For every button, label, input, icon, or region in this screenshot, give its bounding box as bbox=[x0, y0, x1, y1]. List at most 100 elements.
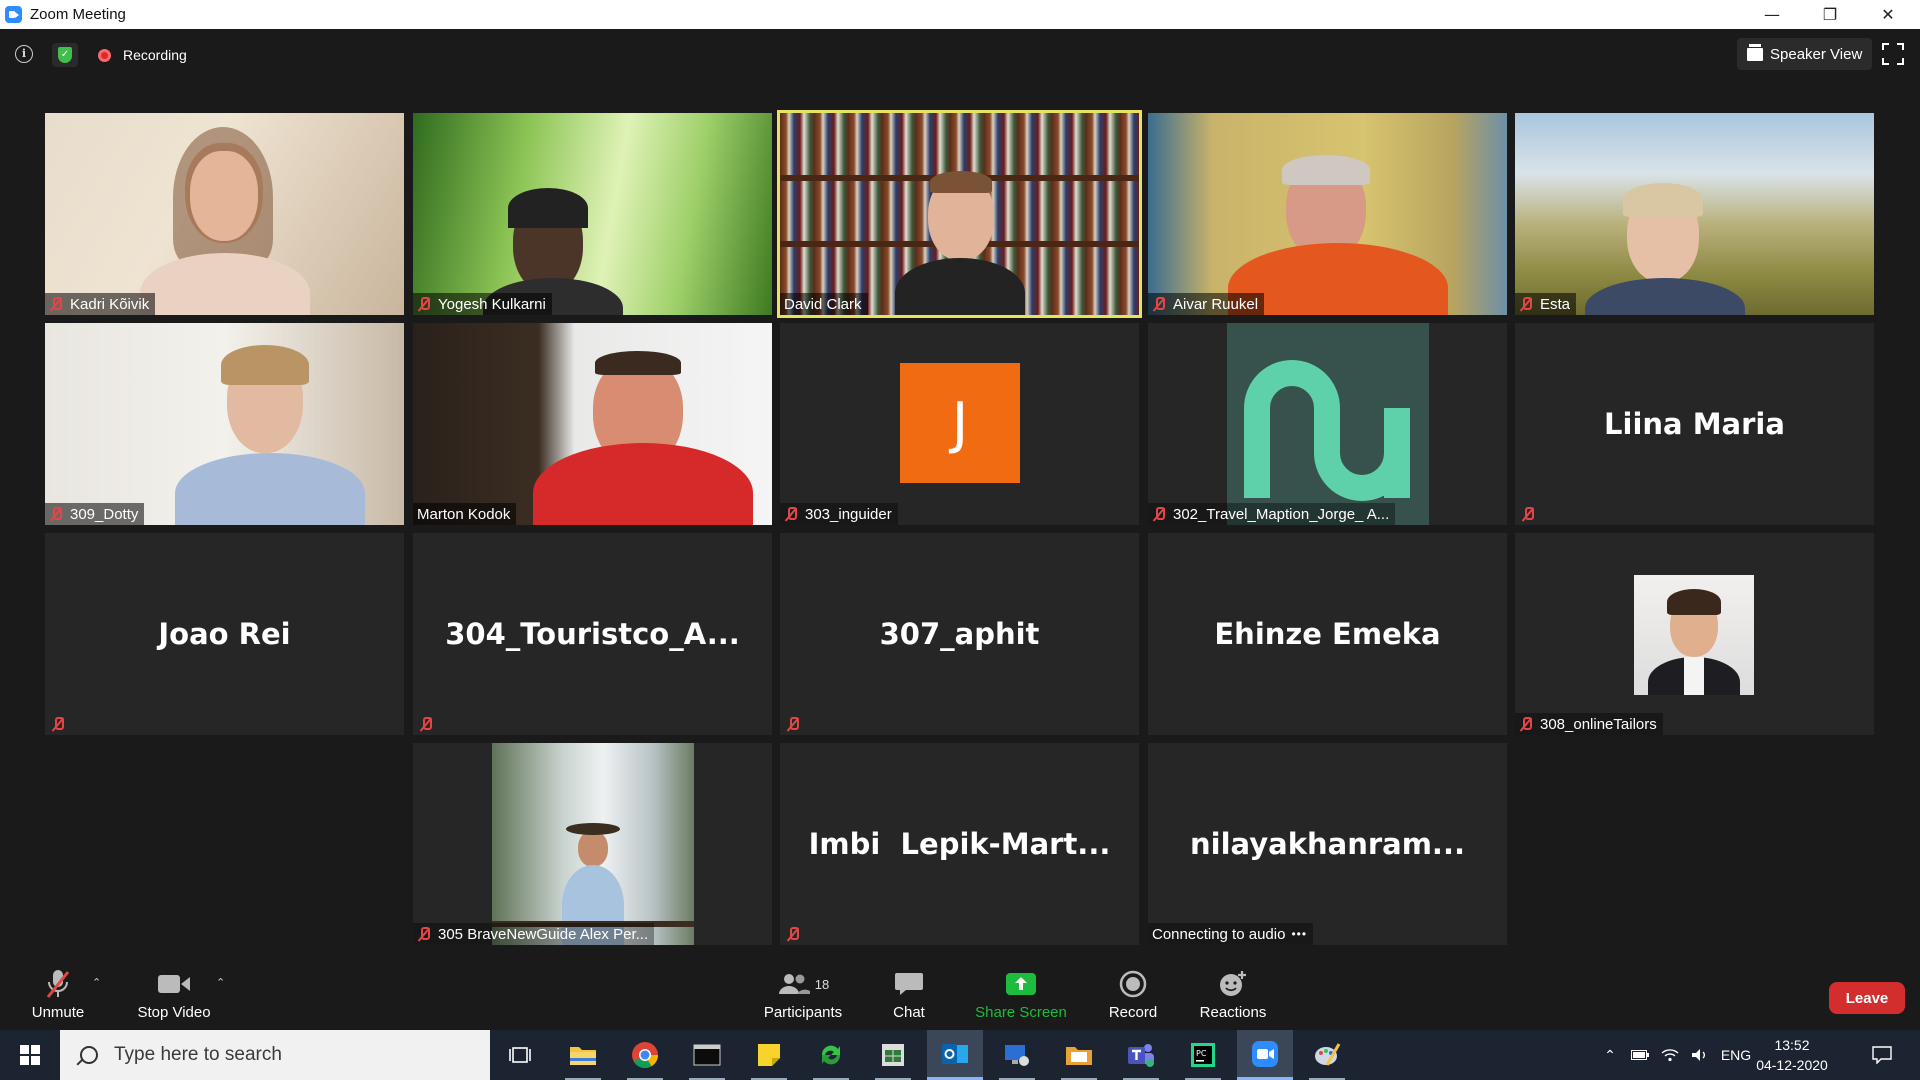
video-tile[interactable]: Liina Maria bbox=[1515, 323, 1874, 525]
leave-meeting-button[interactable]: Leave bbox=[1829, 982, 1905, 1014]
video-tile[interactable]: 305 BraveNewGuide Alex Per... bbox=[413, 743, 772, 945]
video-tile[interactable]: Yogesh Kulkarni bbox=[413, 113, 772, 315]
remote-desktop-icon[interactable] bbox=[989, 1030, 1045, 1080]
video-tile[interactable]: Ehinze Emeka bbox=[1148, 533, 1507, 735]
record-button[interactable]: Record bbox=[1106, 968, 1160, 1021]
start-button[interactable] bbox=[0, 1030, 60, 1080]
volume-icon[interactable] bbox=[1686, 1030, 1714, 1080]
reactions-button[interactable]: Reactions bbox=[1198, 968, 1268, 1021]
restore-button[interactable]: ❐ bbox=[1801, 0, 1859, 29]
muted-microphone-icon bbox=[43, 968, 73, 1000]
teams-icon[interactable] bbox=[1113, 1030, 1169, 1080]
wifi-icon[interactable] bbox=[1656, 1030, 1684, 1080]
video-tile[interactable]: 307_aphit bbox=[780, 533, 1139, 735]
zoom-taskbar-icon[interactable] bbox=[1237, 1030, 1293, 1080]
muted-mic-icon bbox=[1152, 507, 1165, 521]
file-explorer-icon[interactable] bbox=[555, 1030, 611, 1080]
participant-name-tag: 303_inguider bbox=[780, 503, 898, 525]
meeting-toolbar: Unmute ⌃ Stop Video ⌃ 18 Participants Ch… bbox=[0, 960, 1920, 1030]
window-title-bar: Zoom Meeting — ❐ ✕ bbox=[0, 0, 1920, 29]
participant-name-tag: Esta bbox=[1515, 293, 1577, 315]
muted-mic-icon bbox=[51, 717, 64, 731]
video-feed bbox=[1515, 113, 1874, 315]
folder-files-icon[interactable] bbox=[1051, 1030, 1107, 1080]
sticky-notes-icon[interactable] bbox=[741, 1030, 797, 1080]
zoom-app-icon bbox=[5, 6, 22, 23]
taskbar-search-box[interactable] bbox=[60, 1030, 490, 1080]
task-view-icon[interactable] bbox=[492, 1030, 548, 1080]
outlook-icon[interactable] bbox=[927, 1030, 983, 1080]
meeting-top-bar: i ✓ Recording bbox=[0, 29, 1920, 77]
chrome-icon[interactable] bbox=[617, 1030, 673, 1080]
participant-display-name: Ehinze Emeka bbox=[1214, 617, 1441, 651]
fullscreen-icon[interactable] bbox=[1882, 43, 1904, 65]
clock-date: 04-12-2020 bbox=[1756, 1057, 1828, 1073]
muted-mic-icon bbox=[417, 927, 430, 941]
minimize-button[interactable]: — bbox=[1743, 0, 1801, 29]
video-tile[interactable]: Marton Kodok bbox=[413, 323, 772, 525]
info-icon[interactable]: i bbox=[15, 45, 33, 63]
participant-avatar-logo bbox=[1227, 323, 1429, 525]
speaker-view-button[interactable]: Speaker View bbox=[1737, 38, 1873, 70]
participant-display-name: 304_Touristco_A... bbox=[445, 617, 740, 651]
encryption-shield-icon[interactable]: ✓ bbox=[52, 43, 78, 67]
participant-name-tag: Aivar Ruukel bbox=[1148, 293, 1265, 315]
participant-avatar-photo bbox=[492, 743, 694, 945]
video-feed bbox=[413, 323, 772, 525]
muted-mic-icon bbox=[786, 927, 799, 941]
share-screen-button[interactable]: Share Screen bbox=[970, 968, 1072, 1021]
video-tile[interactable]: 302_Travel_Maption_Jorge_ A... bbox=[1148, 323, 1507, 525]
muted-mic-icon bbox=[1519, 297, 1532, 311]
share-screen-icon bbox=[1005, 968, 1037, 1000]
sync-app-icon[interactable] bbox=[803, 1030, 859, 1080]
video-options-chevron-up-icon[interactable]: ⌃ bbox=[216, 976, 228, 989]
terminal-icon[interactable] bbox=[679, 1030, 735, 1080]
video-feed bbox=[413, 113, 772, 315]
video-tile[interactable]: 309_Dotty bbox=[45, 323, 404, 525]
participant-avatar: J bbox=[900, 363, 1020, 483]
video-feed bbox=[45, 113, 404, 315]
participant-avatar-photo bbox=[1634, 575, 1754, 695]
muted-mic-icon bbox=[49, 507, 62, 521]
chat-button[interactable]: Chat bbox=[884, 968, 934, 1021]
participant-name-tag: Marton Kodok bbox=[413, 503, 517, 525]
video-tile[interactable]: Aivar Ruukel bbox=[1148, 113, 1507, 315]
muted-mic-icon bbox=[419, 717, 432, 731]
video-tile[interactable]: 304_Touristco_A... bbox=[413, 533, 772, 735]
input-language[interactable]: ENG bbox=[1718, 1030, 1754, 1080]
video-tile[interactable]: J 303_inguider bbox=[780, 323, 1139, 525]
video-feed bbox=[780, 113, 1139, 315]
svg-text:PC: PC bbox=[1196, 1049, 1207, 1058]
video-tile[interactable]: Esta bbox=[1515, 113, 1874, 315]
unmute-button[interactable]: Unmute bbox=[28, 968, 88, 1021]
stop-video-button[interactable]: Stop Video bbox=[134, 968, 214, 1021]
participant-name-tag: Yogesh Kulkarni bbox=[413, 293, 552, 315]
video-tile[interactable]: Joao Rei bbox=[45, 533, 404, 735]
speaker-view-icon bbox=[1747, 43, 1763, 61]
notifications-icon[interactable] bbox=[1862, 1030, 1902, 1080]
video-tile-active-speaker[interactable]: David Clark bbox=[777, 110, 1142, 318]
video-tile[interactable]: nilayakhanram... Connecting to audio ••• bbox=[1148, 743, 1507, 945]
participant-name-tag: 305 BraveNewGuide Alex Per... bbox=[413, 923, 655, 945]
taskbar-clock[interactable]: 13:52 04-12-2020 bbox=[1752, 1035, 1832, 1075]
show-hidden-icons-chevron-icon[interactable]: ⌃ bbox=[1596, 1030, 1624, 1080]
pycharm-icon[interactable]: PC bbox=[1175, 1030, 1231, 1080]
participant-display-name: Imbi Lepik-Mart... bbox=[808, 827, 1111, 861]
battery-icon[interactable] bbox=[1626, 1030, 1654, 1080]
video-tile[interactable]: 308_onlineTailors bbox=[1515, 533, 1874, 735]
muted-mic-icon bbox=[417, 297, 430, 311]
paint-app-icon[interactable] bbox=[1299, 1030, 1355, 1080]
participant-display-name: Liina Maria bbox=[1604, 407, 1785, 441]
taskbar-search-input[interactable] bbox=[114, 1044, 474, 1066]
participants-button[interactable]: 18 Participants bbox=[760, 968, 846, 1021]
participant-name-tag: Kadri Kõivik bbox=[45, 293, 156, 315]
video-tile[interactable]: Kadri Kõivik bbox=[45, 113, 404, 315]
muted-mic-icon bbox=[1152, 297, 1165, 311]
recording-indicator[interactable]: Recording bbox=[88, 43, 197, 67]
close-window-button[interactable]: ✕ bbox=[1859, 0, 1917, 29]
speaker-view-label: Speaker View bbox=[1770, 45, 1863, 63]
video-tile[interactable]: Imbi Lepik-Mart... bbox=[780, 743, 1139, 945]
participants-count: 18 bbox=[814, 976, 830, 992]
audio-options-chevron-up-icon[interactable]: ⌃ bbox=[92, 976, 104, 989]
sheets-app-icon[interactable] bbox=[865, 1030, 921, 1080]
